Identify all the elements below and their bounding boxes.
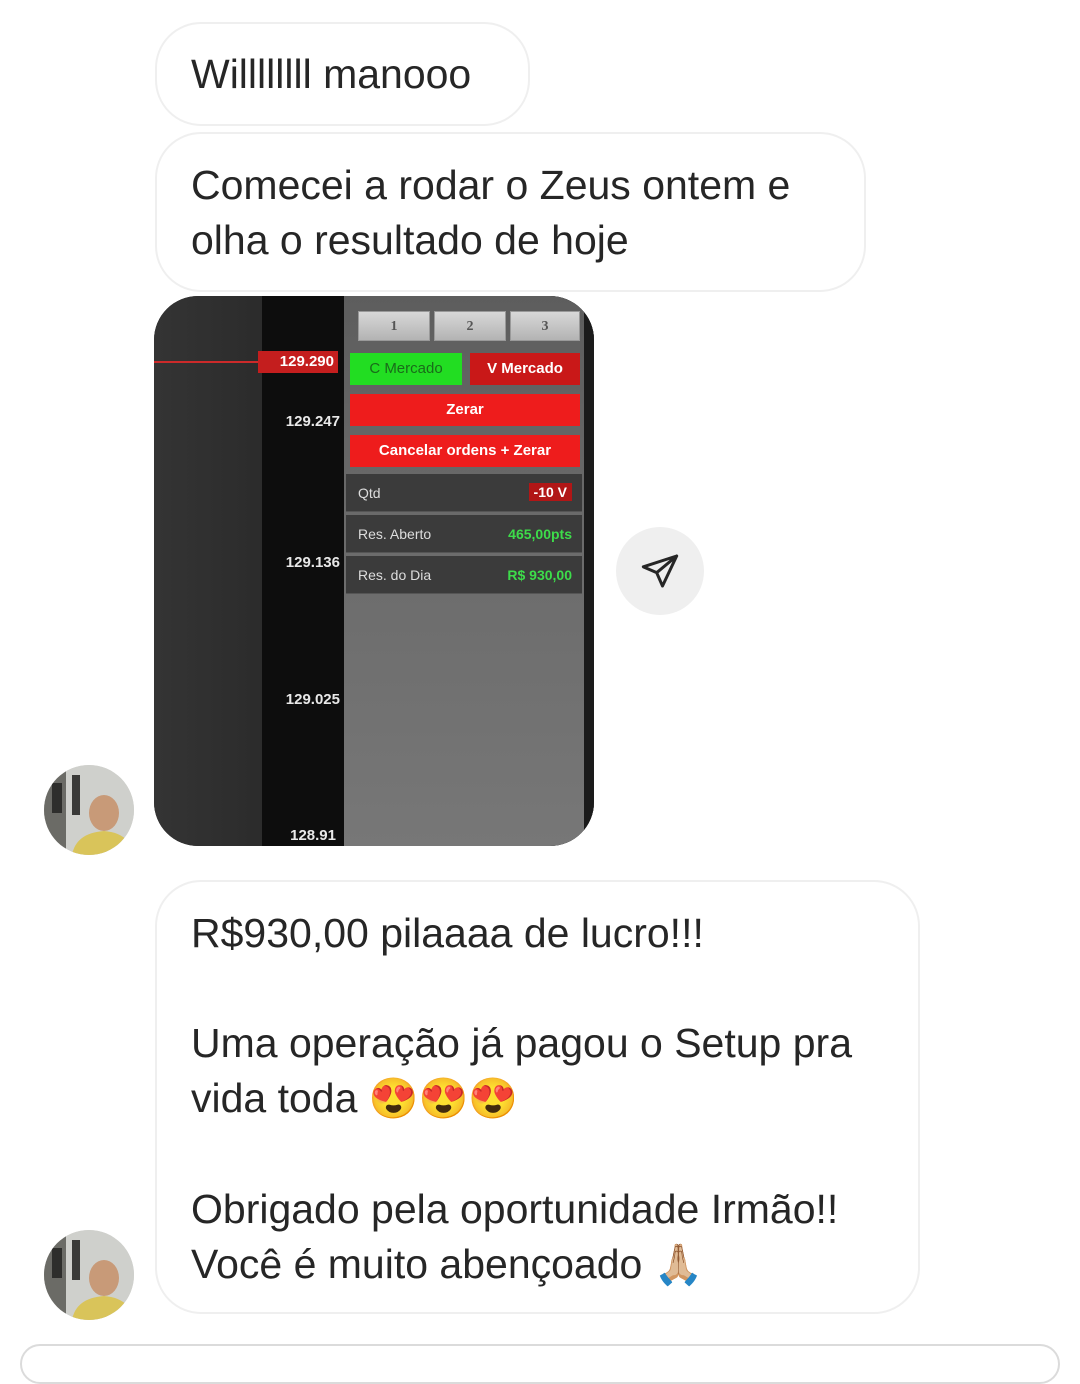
image-edge: [584, 296, 594, 846]
message-text: Você é muito abençoado 🙏🏼: [191, 1241, 704, 1287]
message-bubble[interactable]: Comecei a rodar o Zeus ontem e olha o re…: [155, 132, 866, 292]
qtd-label: Qtd: [358, 485, 381, 501]
price-label: 129.136: [285, 554, 340, 571]
avatar[interactable]: [44, 765, 134, 855]
qtd-value: -10 V: [528, 483, 572, 501]
message-text: Willllllll manooo: [191, 51, 472, 97]
heart-eyes-emoji: 😍😍😍: [368, 1077, 519, 1121]
res-aberto-value: 465,00pts: [508, 526, 572, 542]
price-line: [154, 361, 264, 363]
user-avatar-image: [44, 765, 134, 855]
price-label: 129.247: [285, 413, 340, 430]
praying-hands-emoji: 🙏🏼: [653, 1243, 704, 1287]
zerar-button: Zerar: [350, 394, 580, 426]
message-text: Obrigado pela oportunidade Irmão!!: [191, 1186, 839, 1232]
current-price-label: 129.290: [258, 351, 338, 373]
qtd-row: Qtd -10 V: [346, 474, 582, 512]
message-bubble[interactable]: Willllllll manooo: [155, 22, 530, 126]
res-dia-row: Res. do Dia R$ 930,00: [346, 556, 582, 594]
price-axis: 129.247 129.136 129.025 128.91: [262, 296, 344, 846]
res-dia-value: R$ 930,00: [507, 567, 572, 583]
cancel-zerar-button: Cancelar ordens + Zerar: [350, 435, 580, 467]
res-aberto-label: Res. Aberto: [358, 526, 432, 542]
price-label: 129.025: [285, 691, 340, 708]
tab-1: 1: [358, 311, 430, 341]
res-aberto-row: Res. Aberto 465,00pts: [346, 515, 582, 553]
shared-trading-screenshot[interactable]: 129.247 129.136 129.025 128.91 129.290 1…: [154, 296, 594, 846]
tab-2: 2: [434, 311, 506, 341]
message-text: Comecei a rodar o Zeus ontem e olha o re…: [191, 162, 791, 263]
avatar[interactable]: [44, 1230, 134, 1320]
message-text: Uma operação já pagou o Setup pra vida t…: [191, 1020, 853, 1121]
message-bubble[interactable]: R$930,00 pilaaaa de lucro!!! Uma operaçã…: [155, 880, 920, 1314]
message-input-bar[interactable]: [20, 1344, 1060, 1384]
user-avatar-image: [44, 1230, 134, 1320]
sell-market-button: V Mercado: [470, 353, 580, 385]
res-dia-label: Res. do Dia: [358, 567, 432, 583]
message-text: R$930,00 pilaaaa de lucro!!!: [191, 910, 704, 956]
paper-plane-icon: [641, 554, 679, 588]
buy-market-button: C Mercado: [350, 353, 462, 385]
price-label: 128.91: [290, 827, 336, 844]
share-button[interactable]: [616, 527, 704, 615]
tab-3: 3: [510, 311, 580, 341]
